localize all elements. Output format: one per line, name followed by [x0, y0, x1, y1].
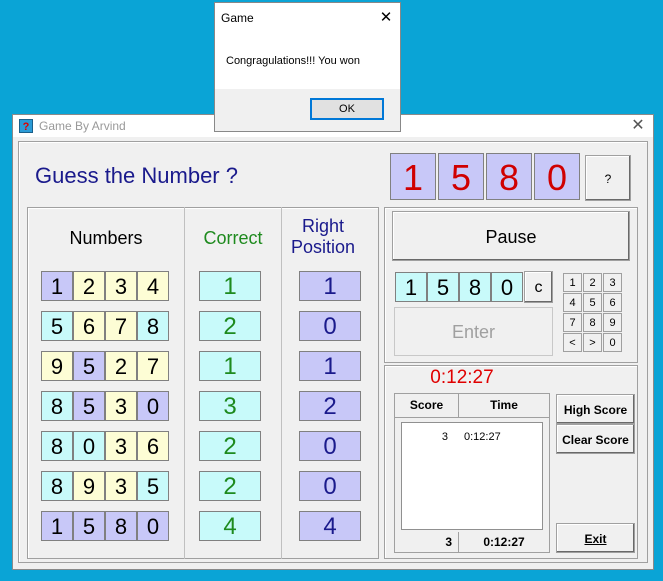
input-digit: 8	[459, 272, 491, 302]
guess-digit: 1	[41, 511, 73, 541]
ok-button[interactable]: OK	[310, 98, 384, 120]
dialog-close-icon[interactable]: ✕	[375, 8, 397, 26]
keypad-key[interactable]: 8	[583, 313, 602, 332]
time-column-header: Time	[459, 394, 549, 418]
guess-digit: 8	[137, 311, 169, 341]
exit-button[interactable]: Exit	[556, 523, 635, 553]
guess-digit: 3	[105, 471, 137, 501]
correct-count: 3	[199, 391, 261, 421]
game-window: ? Game By Arvind ✕ Guess the Number ? 1 …	[12, 114, 654, 570]
guess-digit: 4	[137, 271, 169, 301]
keypad-key[interactable]: 3	[603, 273, 622, 292]
dialog-message: Congragulations!!! You won	[226, 55, 360, 67]
answer-digit: 0	[534, 153, 580, 200]
correct-count: 1	[199, 351, 261, 381]
keypad-key[interactable]: 7	[563, 313, 582, 332]
clear-score-button[interactable]: Clear Score	[556, 424, 635, 454]
keypad-key[interactable]: 6	[603, 293, 622, 312]
right-position-header-line: Position	[290, 237, 356, 257]
position-count: 1	[299, 271, 361, 301]
keypad-key[interactable]: <	[563, 333, 582, 352]
right-position-header: Right Position	[281, 216, 365, 258]
guess-digit: 5	[73, 511, 105, 541]
pause-button[interactable]: Pause	[392, 211, 630, 261]
guess-digit: 6	[73, 311, 105, 341]
score-column-header: Score	[395, 394, 459, 418]
guess-digit: 5	[73, 391, 105, 421]
keypad-key[interactable]: 9	[603, 313, 622, 332]
keypad-key[interactable]: 0	[603, 333, 622, 352]
guesses-panel	[27, 207, 379, 559]
correct-count: 2	[199, 311, 261, 341]
enter-button[interactable]: Enter	[394, 307, 553, 356]
input-digit: 5	[427, 272, 459, 302]
guess-digit: 2	[105, 351, 137, 381]
time-cell: 0:12:27	[464, 431, 501, 443]
guess-digit: 8	[41, 471, 73, 501]
score-cell: 3	[441, 431, 448, 443]
correct-header: Correct	[203, 228, 263, 248]
guess-digit: 9	[73, 471, 105, 501]
position-count: 0	[299, 431, 361, 461]
guess-digit: 8	[105, 511, 137, 541]
answer-digit: 8	[486, 153, 532, 200]
guess-digit: 5	[73, 351, 105, 381]
game-heading: Guess the Number ?	[35, 163, 238, 188]
numbers-header: Numbers	[69, 228, 143, 248]
correct-count: 4	[199, 511, 261, 541]
guess-digit: 5	[41, 311, 73, 341]
dialog-title-bar: Game ✕	[215, 3, 400, 33]
guess-digit: 6	[137, 431, 169, 461]
score-footer: 3	[395, 532, 459, 552]
dialog-title: Game	[221, 11, 254, 25]
keypad-key[interactable]: 5	[583, 293, 602, 312]
close-icon[interactable]: ✕	[625, 116, 651, 136]
guess-digit: 7	[105, 311, 137, 341]
correct-count: 1	[199, 271, 261, 301]
guess-digit: 0	[137, 391, 169, 421]
correct-count: 2	[199, 431, 261, 461]
score-list[interactable]: 3 0:12:27	[401, 422, 543, 530]
keypad-key[interactable]: 2	[583, 273, 602, 292]
position-count: 4	[299, 511, 361, 541]
position-count: 1	[299, 351, 361, 381]
position-count: 0	[299, 311, 361, 341]
time-footer: 0:12:27	[483, 535, 525, 549]
guess-digit: 1	[41, 271, 73, 301]
score-table: Score Time 3 0:12:27 3 0:12:27	[394, 393, 550, 553]
guess-digit: 9	[41, 351, 73, 381]
guess-digit: 2	[73, 271, 105, 301]
guess-digit: 3	[105, 431, 137, 461]
input-digit: 0	[491, 272, 523, 302]
input-digit: 1	[395, 272, 427, 302]
column-divider	[281, 207, 282, 559]
guess-digit: 8	[41, 391, 73, 421]
answer-digit: 1	[390, 153, 436, 200]
guess-digit: 3	[105, 271, 137, 301]
window-title: Game By Arvind	[39, 119, 126, 133]
guess-digit: 5	[137, 471, 169, 501]
message-dialog: Game ✕ Congragulations!!! You won OK	[214, 2, 401, 132]
clear-input-button[interactable]: c	[524, 271, 553, 303]
position-count: 2	[299, 391, 361, 421]
column-divider	[184, 207, 185, 559]
dialog-body: Congragulations!!! You won	[215, 33, 400, 89]
help-button[interactable]: ?	[585, 155, 631, 201]
position-count: 0	[299, 471, 361, 501]
keypad-key[interactable]: 4	[563, 293, 582, 312]
guess-digit: 7	[137, 351, 169, 381]
answer-digit: 5	[438, 153, 484, 200]
timer-display: 0:12:27	[430, 367, 494, 388]
high-score-button[interactable]: High Score	[556, 394, 635, 424]
keypad-key[interactable]: >	[583, 333, 602, 352]
guess-digit: 0	[137, 511, 169, 541]
guess-digit: 0	[73, 431, 105, 461]
correct-count: 2	[199, 471, 261, 501]
right-position-header-line: Right	[301, 216, 345, 236]
keypad-key[interactable]: 1	[563, 273, 582, 292]
app-icon: ?	[19, 119, 33, 133]
guess-digit: 8	[41, 431, 73, 461]
guess-digit: 3	[105, 391, 137, 421]
